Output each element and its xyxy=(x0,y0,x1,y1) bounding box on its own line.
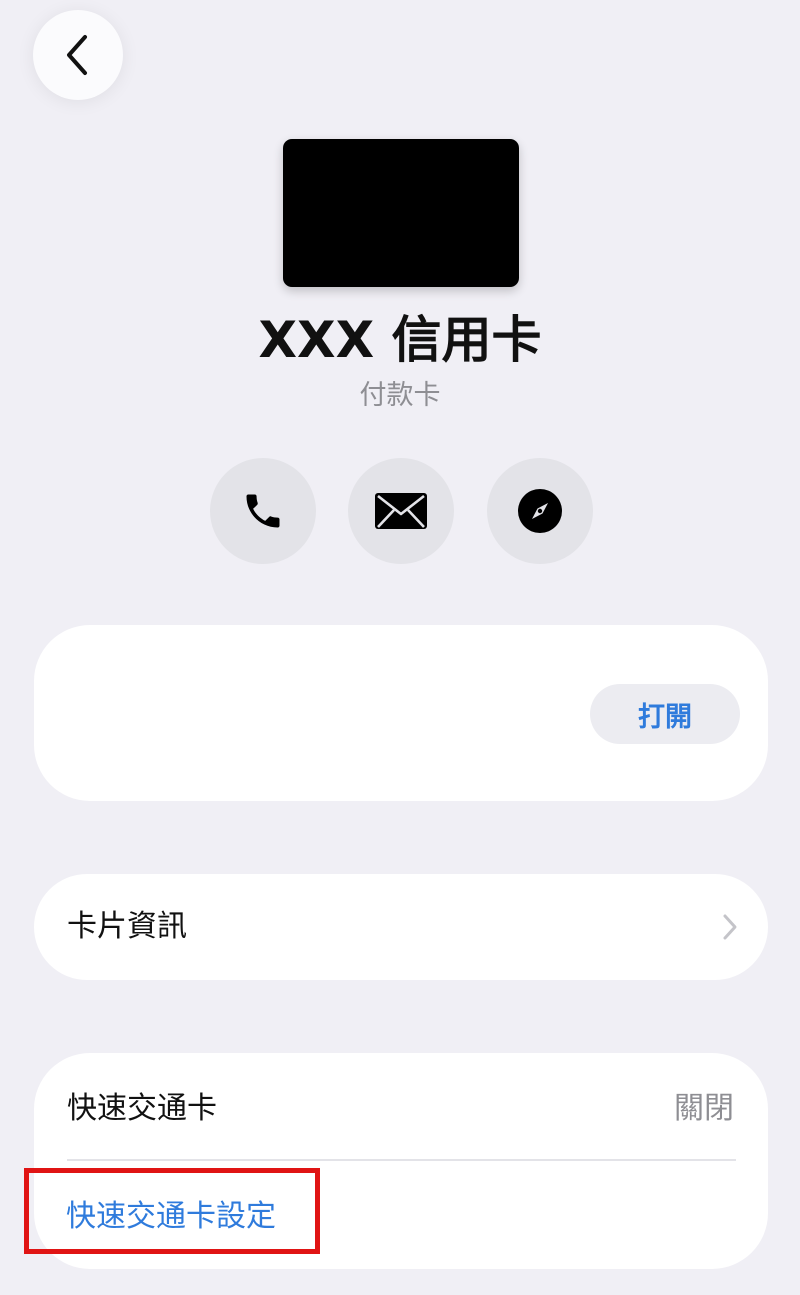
express-transit-value: 關閉 xyxy=(674,1091,734,1126)
card-info-label: 卡片資訊 xyxy=(67,909,187,944)
compass-icon xyxy=(518,489,562,533)
email-button[interactable] xyxy=(348,458,454,564)
phone-icon xyxy=(246,494,280,528)
top-panel: 打開 xyxy=(34,625,768,801)
chevron-left-icon xyxy=(67,35,87,75)
highlight-box xyxy=(24,1168,320,1254)
divider xyxy=(67,1159,736,1161)
card-subtitle: 付款卡 xyxy=(359,380,441,411)
call-button[interactable] xyxy=(210,458,316,564)
card-info-row[interactable]: 卡片資訊 xyxy=(34,874,768,980)
open-button[interactable]: 打開 xyxy=(590,684,740,744)
mail-icon xyxy=(375,493,427,529)
card-title: XXX 信用卡 xyxy=(258,311,542,369)
chevron-right-icon xyxy=(723,914,737,940)
card-image xyxy=(283,139,519,287)
website-button[interactable] xyxy=(487,458,593,564)
back-button[interactable] xyxy=(33,10,123,100)
express-transit-label: 快速交通卡 xyxy=(67,1091,217,1126)
